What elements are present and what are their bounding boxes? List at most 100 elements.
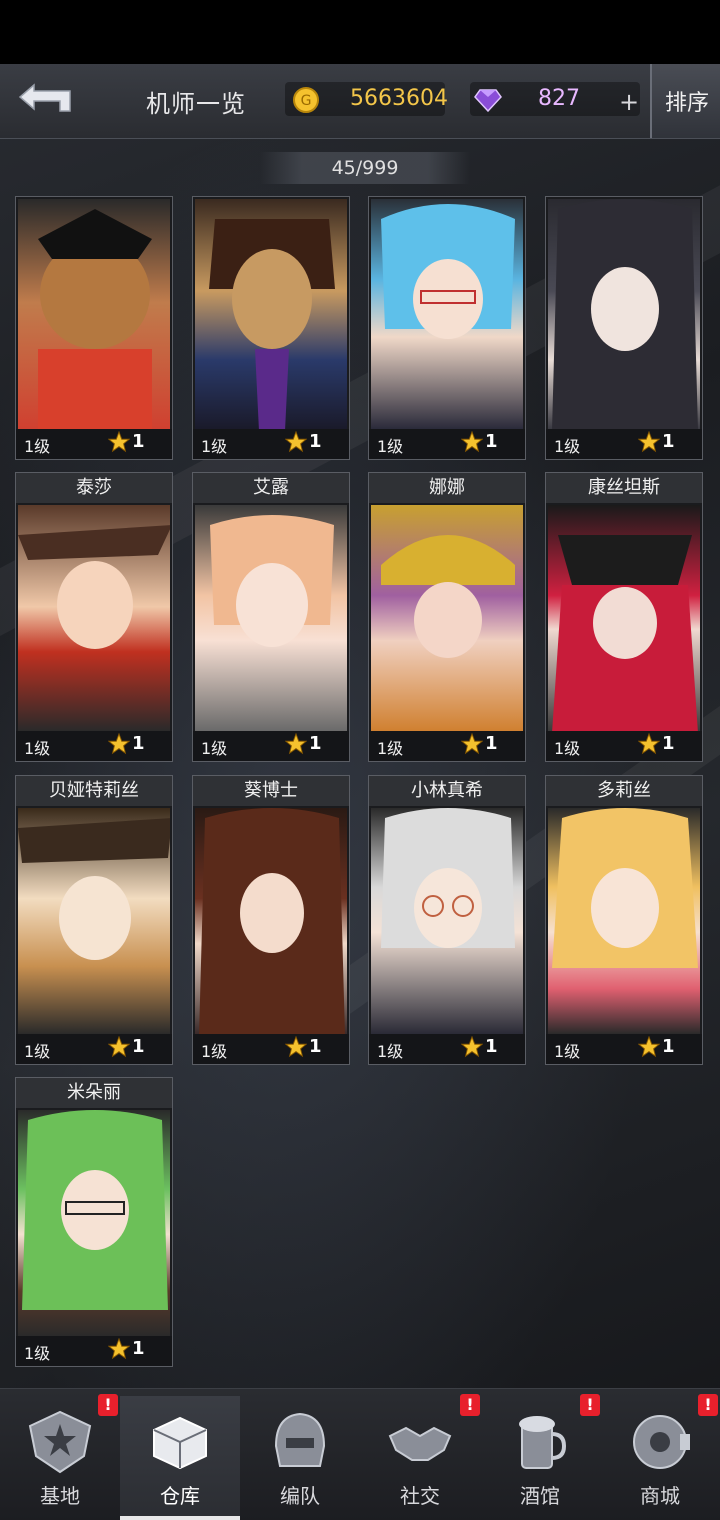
star-icon bbox=[108, 1036, 130, 1058]
nav-label: 基地 bbox=[40, 1484, 80, 1508]
pilot-count: 45/999 bbox=[260, 152, 470, 184]
star-icon bbox=[285, 431, 307, 453]
card-footer: 1级 1 bbox=[546, 429, 702, 459]
star-icon bbox=[638, 1036, 660, 1058]
level-label: 1级 bbox=[554, 437, 581, 456]
star-icon bbox=[461, 431, 483, 453]
back-button[interactable] bbox=[6, 70, 86, 128]
warehouse-boxes-icon bbox=[153, 1416, 207, 1470]
pilot-card[interactable]: 米朵丽 1级 1 bbox=[15, 1077, 173, 1367]
card-footer: 1级 1 bbox=[546, 1034, 702, 1064]
card-footer: 1级 1 bbox=[16, 1034, 172, 1064]
portrait-art bbox=[209, 219, 335, 429]
level-label: 1级 bbox=[24, 739, 51, 758]
portrait-art bbox=[22, 1110, 168, 1310]
gem-icon bbox=[474, 89, 502, 112]
portrait-art bbox=[552, 808, 698, 968]
pilot-name: 娜娜 bbox=[369, 473, 525, 503]
level-label: 1级 bbox=[24, 1344, 51, 1363]
portrait-art bbox=[38, 209, 152, 429]
nav-tavern[interactable]: ! 酒馆 bbox=[480, 1394, 600, 1520]
notification-badge: ! bbox=[460, 1394, 480, 1416]
star-count: 1 bbox=[485, 1036, 498, 1057]
portrait-art bbox=[552, 199, 698, 429]
sort-button[interactable]: 排序 bbox=[650, 64, 720, 138]
pilot-portrait bbox=[548, 199, 700, 429]
status-bar bbox=[0, 0, 720, 64]
pilot-portrait bbox=[371, 505, 523, 731]
pilot-name: 米朵丽 bbox=[16, 1078, 172, 1108]
gem-amount: 827 bbox=[538, 86, 580, 111]
pilot-name: 泰莎 bbox=[16, 473, 172, 503]
star-icon bbox=[108, 1338, 130, 1360]
pilot-card[interactable]: 1级 1 bbox=[368, 196, 526, 460]
pilot-portrait bbox=[18, 808, 170, 1034]
back-arrow-icon bbox=[18, 83, 71, 112]
pilot-card[interactable]: 贝娅特莉丝 1级 1 bbox=[15, 775, 173, 1065]
portrait-art bbox=[210, 515, 334, 647]
pilot-card[interactable]: 1级 1 bbox=[545, 196, 703, 460]
card-footer: 1级 1 bbox=[369, 731, 525, 761]
star-count: 1 bbox=[132, 733, 145, 754]
portrait-art bbox=[18, 525, 170, 649]
beer-mug-icon bbox=[519, 1416, 567, 1469]
pilot-name: 小林真希 bbox=[369, 776, 525, 806]
portrait-art bbox=[552, 535, 698, 731]
pilot-portrait bbox=[18, 1110, 170, 1336]
notification-badge: ! bbox=[698, 1394, 718, 1416]
nav-social[interactable]: ! 社交 bbox=[360, 1394, 480, 1520]
portrait-art bbox=[381, 535, 515, 658]
pilot-name: 贝娅特莉丝 bbox=[16, 776, 172, 806]
level-label: 1级 bbox=[201, 739, 228, 758]
card-footer: 1级 1 bbox=[193, 731, 349, 761]
pilot-card[interactable]: 小林真希 1级 1 bbox=[368, 775, 526, 1065]
star-icon bbox=[285, 1036, 307, 1058]
notification-badge: ! bbox=[580, 1394, 600, 1416]
star-count: 1 bbox=[309, 1036, 322, 1057]
nav-label: 商城 bbox=[640, 1484, 680, 1508]
nav-label: 仓库 bbox=[160, 1484, 200, 1508]
page-title: 机师一览 bbox=[146, 90, 246, 118]
pilot-card[interactable]: 艾露 1级 1 bbox=[192, 472, 350, 762]
portrait-art bbox=[381, 204, 515, 339]
pilot-portrait bbox=[195, 808, 347, 1034]
card-footer: 1级 1 bbox=[369, 1034, 525, 1064]
card-footer: 1级 1 bbox=[16, 429, 172, 459]
pilot-portrait bbox=[195, 505, 347, 731]
add-gems-button[interactable]: + bbox=[616, 88, 642, 116]
card-footer: 1级 1 bbox=[369, 429, 525, 459]
nav-warehouse[interactable]: 仓库 bbox=[120, 1396, 240, 1520]
pilot-portrait bbox=[548, 808, 700, 1034]
formation-helmet-icon bbox=[274, 1412, 326, 1467]
star-icon bbox=[638, 733, 660, 755]
card-footer: 1级 1 bbox=[16, 1336, 172, 1366]
pilot-name: 艾露 bbox=[193, 473, 349, 503]
star-count: 1 bbox=[485, 733, 498, 754]
star-count: 1 bbox=[309, 431, 322, 452]
pilot-name: 多莉丝 bbox=[546, 776, 702, 806]
pilot-portrait bbox=[18, 505, 170, 731]
pilot-name: 康丝坦斯 bbox=[546, 473, 702, 503]
pilot-card[interactable]: 1级 1 bbox=[192, 196, 350, 460]
pilot-portrait bbox=[548, 505, 700, 731]
star-icon bbox=[108, 431, 130, 453]
star-count: 1 bbox=[132, 1338, 145, 1359]
portrait-art bbox=[18, 818, 170, 960]
handshake-icon bbox=[388, 1426, 452, 1461]
nav-shop[interactable]: ! 商城 bbox=[600, 1394, 720, 1520]
nav-formation[interactable]: 编队 bbox=[240, 1396, 360, 1520]
pilot-card[interactable]: 1级 1 bbox=[15, 196, 173, 460]
game-screen: 机师一览 G 5663604 827 + 排序 45/999 1级 1 1级 1 bbox=[0, 0, 720, 1520]
pilot-card[interactable]: 葵博士 1级 1 bbox=[192, 775, 350, 1065]
star-icon bbox=[461, 733, 483, 755]
pilot-card[interactable]: 多莉丝 1级 1 bbox=[545, 775, 703, 1065]
pilot-portrait bbox=[195, 199, 347, 429]
pilot-name: 葵博士 bbox=[193, 776, 349, 806]
pilot-card[interactable]: 娜娜 1级 1 bbox=[368, 472, 526, 762]
level-label: 1级 bbox=[377, 739, 404, 758]
pilot-card[interactable]: 康丝坦斯 1级 1 bbox=[545, 472, 703, 762]
nav-base[interactable]: ! 基地 bbox=[0, 1394, 120, 1520]
pilot-card[interactable]: 泰莎 1级 1 bbox=[15, 472, 173, 762]
pilot-portrait bbox=[371, 199, 523, 429]
card-footer: 1级 1 bbox=[546, 731, 702, 761]
